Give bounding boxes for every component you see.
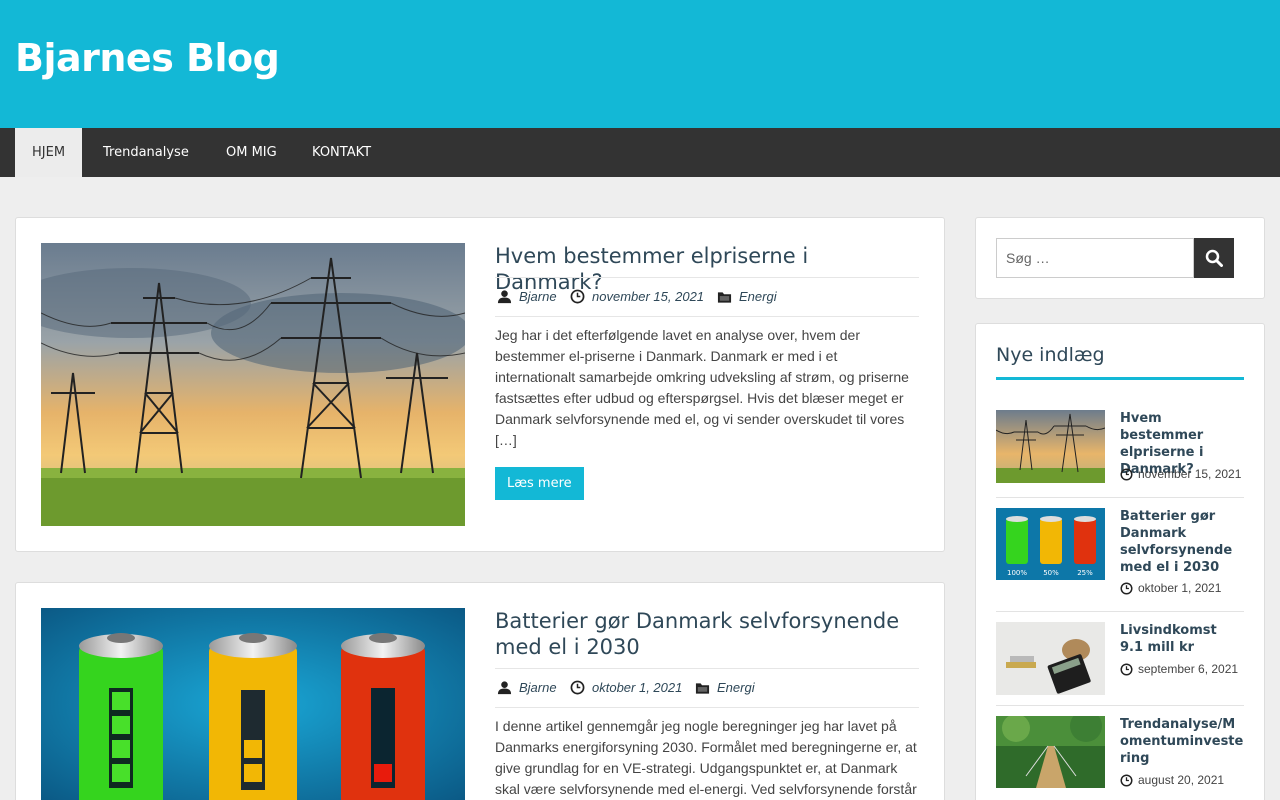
clock-icon xyxy=(570,289,585,304)
post-meta: Bjarne november 15, 2021 Energi xyxy=(495,277,919,317)
search-icon xyxy=(1205,249,1223,267)
clock-icon xyxy=(570,680,585,695)
post-date: oktober 1, 2021 xyxy=(570,680,682,695)
post-category: Energi xyxy=(717,289,777,304)
recent-post-date-text: august 20, 2021 xyxy=(1138,773,1225,787)
nav-item-trendanalyse[interactable]: Trendanalyse xyxy=(86,128,206,177)
site-header: Bjarnes Blog xyxy=(0,0,1280,128)
recent-thumbnail-batteries[interactable]: 100% 50% 25% xyxy=(996,508,1105,580)
battery-label: 25% xyxy=(1077,569,1093,577)
folder-icon xyxy=(717,291,732,303)
user-icon xyxy=(497,290,512,304)
battery-label: 50% xyxy=(1043,569,1059,577)
post-author-link[interactable]: Bjarne xyxy=(519,680,557,695)
recent-post-title[interactable]: Livsindkomst 9.1 mill kr xyxy=(1120,622,1244,656)
recent-post-date: november 15, 2021 xyxy=(1120,467,1241,481)
read-more-button[interactable]: Læs mere xyxy=(495,467,584,500)
post-meta: Bjarne oktober 1, 2021 Energi xyxy=(495,668,919,708)
post-category-link[interactable]: Energi xyxy=(739,289,777,304)
post-author: Bjarne xyxy=(497,680,557,695)
post-date-link[interactable]: oktober 1, 2021 xyxy=(592,680,682,695)
clock-icon xyxy=(1120,467,1133,481)
user-icon xyxy=(497,681,512,695)
post-thumbnail-pylons[interactable] xyxy=(41,243,465,526)
recent-post-date-text: september 6, 2021 xyxy=(1138,662,1239,676)
post-thumbnail-batteries[interactable] xyxy=(41,608,465,800)
main-nav: HJEM Trendanalyse OM MIG KONTAKT xyxy=(0,128,1280,177)
nav-item-om-mig[interactable]: OM MIG xyxy=(209,128,294,177)
recent-post-date-text: november 15, 2021 xyxy=(1138,467,1242,481)
site-title[interactable]: Bjarnes Blog xyxy=(15,36,280,80)
recent-post-date: august 20, 2021 xyxy=(1120,773,1224,787)
recent-post-title[interactable]: Trendanalyse/Momentuminvestering xyxy=(1120,716,1244,767)
recent-separator xyxy=(996,611,1244,612)
nav-item-kontakt[interactable]: KONTAKT xyxy=(295,128,388,177)
recent-post-date: september 6, 2021 xyxy=(1120,662,1238,676)
recent-post-date: oktober 1, 2021 xyxy=(1120,581,1221,595)
folder-icon xyxy=(695,682,710,694)
post-excerpt: Jeg har i det efterfølgende lavet en ana… xyxy=(495,327,909,448)
clock-icon xyxy=(1120,773,1133,787)
post-title[interactable]: Batterier gør Danmark selvforsynende med… xyxy=(495,608,919,660)
recent-post-date-text: oktober 1, 2021 xyxy=(1138,581,1222,595)
clock-icon xyxy=(1120,662,1133,676)
post-date-link[interactable]: november 15, 2021 xyxy=(592,289,704,304)
post-category-link[interactable]: Energi xyxy=(717,680,755,695)
recent-separator xyxy=(996,705,1244,706)
recent-thumbnail-bridge[interactable] xyxy=(996,716,1105,788)
battery-label: 100% xyxy=(1007,569,1027,577)
search-button[interactable] xyxy=(1194,238,1234,278)
recent-post-title[interactable]: Batterier gør Danmark selvforsynende med… xyxy=(1120,508,1244,576)
nav-item-hjem[interactable]: HJEM xyxy=(15,128,83,177)
recent-thumbnail-pylons[interactable] xyxy=(996,410,1105,483)
recent-posts-heading: Nye indlæg xyxy=(996,344,1105,366)
post-date: november 15, 2021 xyxy=(570,289,704,304)
post-excerpt: I denne artikel gennemgår jeg nogle bere… xyxy=(495,718,917,797)
post-author-link[interactable]: Bjarne xyxy=(519,289,557,304)
post-category: Energi xyxy=(695,680,755,695)
clock-icon xyxy=(1120,581,1133,595)
widget-title-underline xyxy=(996,377,1244,380)
recent-separator xyxy=(996,497,1244,498)
recent-thumbnail-calculator[interactable] xyxy=(996,622,1105,695)
post-author: Bjarne xyxy=(497,289,557,304)
search-input[interactable] xyxy=(996,238,1194,278)
